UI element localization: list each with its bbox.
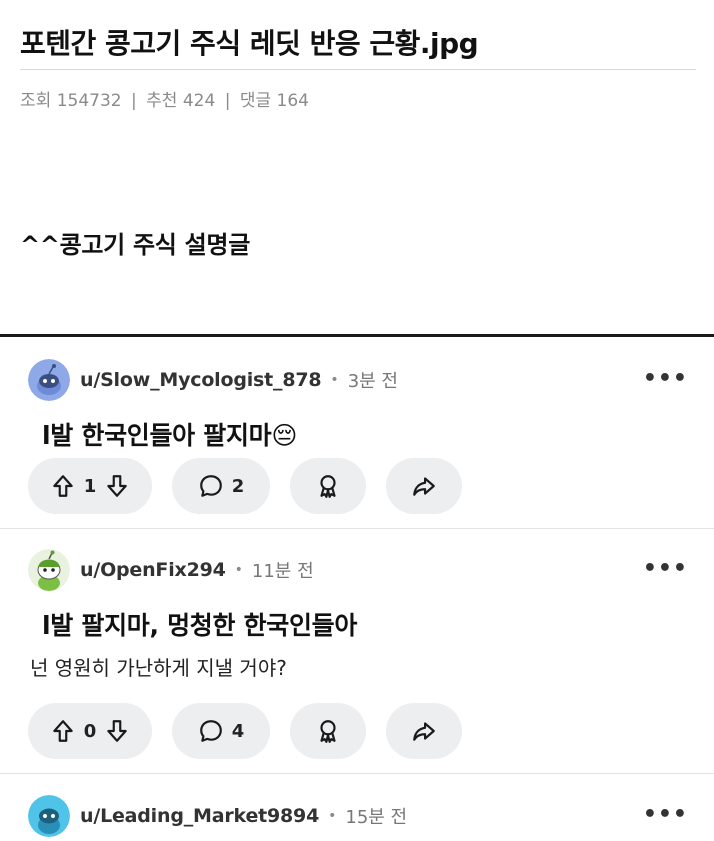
avatar[interactable] [28,359,70,401]
comment-header: u/Leading_Market9894 • 15분 전 [28,794,407,838]
speech-bubble-icon [199,475,222,497]
share-button[interactable] [386,458,462,514]
more-dots-icon[interactable]: ••• [643,804,688,826]
comment-subtext: 넌 영원히 가난하게 지낼 거야? [30,656,287,680]
meta-separator: | [131,91,137,111]
snoo-avatar-icon [28,549,70,591]
speech-bubble-icon [199,720,222,742]
username[interactable]: u/Leading_Market9894 [80,805,319,827]
award-button[interactable] [290,458,366,514]
post-title: 포텐간 콩고기 주식 레딧 반응 근황.jpg [20,0,696,70]
award-icon [320,720,336,743]
comment-header: u/Slow_Mycologist_878 • 3분 전 [28,358,398,402]
award-button[interactable] [290,703,366,759]
share-arrow-icon [413,722,435,741]
comment-text: l발 한국인들아 팔지마😔 [42,421,298,450]
reply-button[interactable]: 2 [172,458,270,514]
share-arrow-icon [413,477,435,496]
meta-separator: | [224,91,231,111]
timestamp: 15분 전 [345,807,408,828]
views-count: 154732 [56,91,122,111]
comment-actions: 0 4 [28,703,462,759]
arrow-up-icon[interactable] [50,473,76,499]
reply-count: 2 [231,475,245,497]
arrow-down-icon[interactable] [104,718,130,744]
comment-divider [0,528,714,529]
snoo-avatar-icon [28,359,70,401]
avatar[interactable] [28,549,70,591]
caption-text: ^^콩고기 주식 설명글 [20,231,250,259]
share-button[interactable] [386,703,462,759]
arrow-up-icon[interactable] [50,718,76,744]
username[interactable]: u/OpenFix294 [80,559,226,581]
views-label: 조회 [20,91,52,111]
vote-count: 0 [83,720,97,742]
snoo-avatar-icon [28,795,70,837]
comment-header: u/OpenFix294 • 11분 전 [28,548,314,592]
comment-actions: 1 2 [28,458,462,514]
timestamp: 11분 전 [251,561,314,582]
award-icon [320,475,336,498]
timestamp: 3분 전 [347,371,398,392]
post-meta: 조회 154732 | 추천 424 | 댓글 164 [20,86,696,111]
recommend-label: 추천 [146,91,178,111]
comments-label: 댓글 [239,91,272,111]
reply-count: 4 [231,720,245,742]
recommend-count: 424 [182,91,216,111]
comments-count: 164 [276,91,309,111]
more-dots-icon[interactable]: ••• [643,558,688,580]
dot-separator: • [328,808,337,824]
comment-divider [0,773,714,774]
more-dots-icon[interactable]: ••• [643,368,688,390]
screenshot-top-border [0,334,714,337]
avatar[interactable] [28,795,70,837]
vote-count: 1 [83,475,97,497]
dot-separator: • [330,372,339,388]
vote-control: 1 [28,458,152,514]
post-header: 포텐간 콩고기 주식 레딧 반응 근황.jpg 조회 154732 | 추천 4… [20,0,696,111]
comment-text: l발 팔지마, 멍청한 한국인들아 [42,611,358,640]
reply-button[interactable]: 4 [172,703,270,759]
arrow-down-icon[interactable] [104,473,130,499]
vote-control: 0 [28,703,152,759]
dot-separator: • [234,562,243,578]
username[interactable]: u/Slow_Mycologist_878 [80,369,322,391]
